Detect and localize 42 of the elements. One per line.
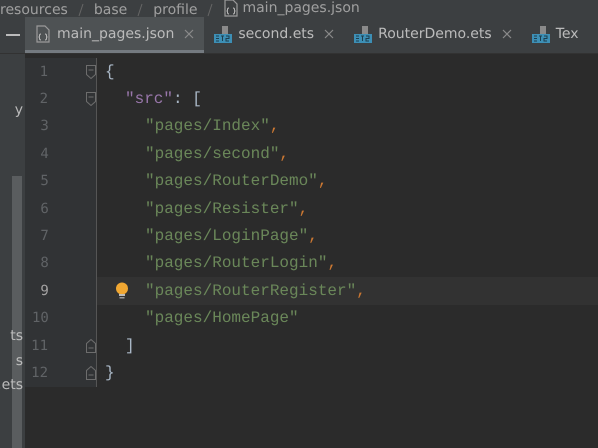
ets-file-icon [532, 24, 550, 42]
json-file-icon [35, 24, 51, 42]
breadcrumb-separator-icon [78, 3, 84, 17]
fold-marker-icon[interactable] [86, 92, 96, 106]
code-line: "pages/Index", [145, 117, 280, 136]
lightbulb-icon[interactable] [115, 282, 129, 300]
code-line: "pages/Resister", [145, 200, 308, 218]
code-line: ] [125, 336, 135, 355]
close-icon[interactable] [502, 28, 512, 38]
json-file-icon [223, 0, 240, 17]
minimize-icon[interactable] [6, 34, 20, 36]
code-line: "src": [ [125, 90, 202, 108]
editor-tab[interactable]: second.ets [204, 17, 344, 53]
close-icon[interactable] [184, 28, 194, 38]
breadcrumb-item[interactable]: profile [153, 3, 198, 17]
fold-marker-icon[interactable] [86, 366, 96, 380]
code-line: "pages/RouterRegister", [145, 282, 366, 300]
editor-tab[interactable]: main_pages.json [25, 17, 204, 53]
editor-tab[interactable]: RouterDemo.ets [344, 17, 522, 53]
fold-marker-icon[interactable] [86, 338, 96, 353]
editor-tab[interactable]: Tex [522, 17, 589, 53]
breadcrumb-separator-icon [137, 3, 144, 17]
ets-file-icon [214, 24, 232, 42]
code-line: } [105, 364, 115, 382]
code-line: "pages/RouterLogin", [145, 254, 338, 272]
ets-file-icon [354, 24, 372, 42]
project-tree-item[interactable]: ts [10, 328, 23, 344]
close-icon[interactable] [324, 28, 334, 38]
code-line: "pages/RouterDemo", [145, 172, 328, 190]
line-number: 9 [39, 282, 49, 299]
code-line: "pages/second", [145, 144, 290, 163]
breadcrumb-item[interactable]: base [94, 3, 128, 17]
project-tree-item[interactable]: y [14, 102, 23, 118]
breadcrumb-item[interactable]: resources [0, 3, 68, 17]
project-tree-item[interactable]: s [16, 353, 23, 369]
breadcrumb-separator-icon [207, 3, 214, 17]
project-tree-item[interactable]: .ets [0, 377, 23, 393]
fold-marker-icon[interactable] [86, 64, 96, 79]
code-line: "pages/HomePage" [145, 309, 299, 328]
breadcrumb-item[interactable]: main_pages.json [242, 1, 360, 15]
code-line: { [105, 62, 115, 81]
code-line: "pages/LoginPage", [145, 227, 318, 246]
